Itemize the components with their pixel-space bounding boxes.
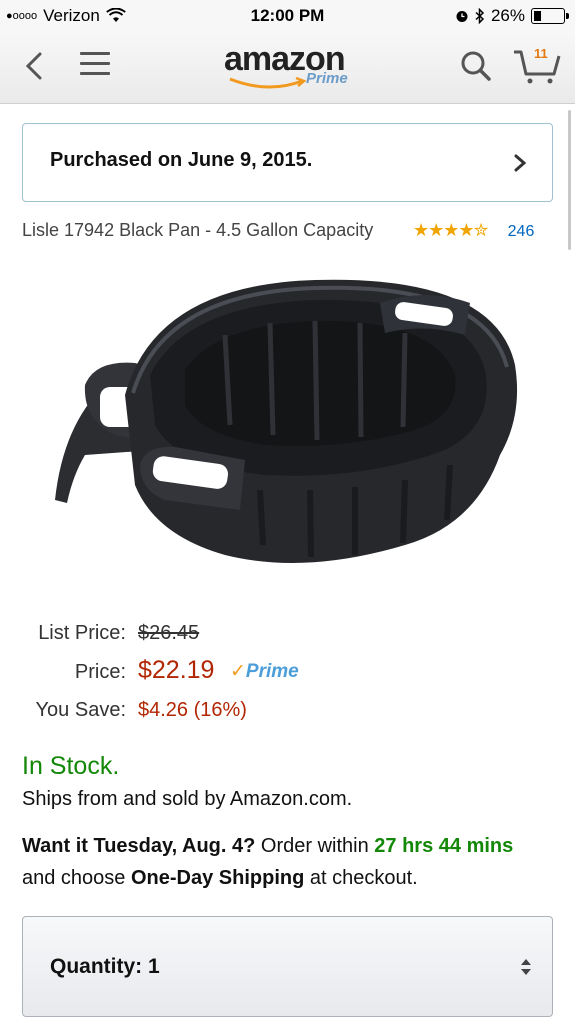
- status-right: 26%: [455, 6, 569, 26]
- list-price-label: List Price:: [38, 622, 126, 644]
- ships-from-text: Ships from and sold by Amazon.com.: [22, 788, 353, 810]
- purchased-notice-button[interactable]: Purchased on June 9, 2015.: [22, 123, 553, 202]
- quantity-selector[interactable]: Quantity: 1: [22, 916, 553, 1017]
- status-bar: ●oooo Verizon 12:00 PM 26%: [0, 0, 575, 34]
- cart-button[interactable]: 11: [512, 44, 562, 86]
- product-image[interactable]: [45, 275, 530, 580]
- nav-bar: amazon Prime 11: [0, 34, 575, 104]
- battery-icon: [531, 8, 569, 24]
- you-save-row: You Save: $4.26 (16%): [0, 695, 575, 725]
- battery-fill: [534, 11, 541, 21]
- list-price-value: $26.45: [138, 622, 200, 644]
- price-row: Price: $22.19 ✓Prime: [0, 653, 575, 689]
- prime-check-icon: ✓: [230, 661, 246, 682]
- price-label: Price:: [74, 661, 126, 683]
- bluetooth-icon: [475, 8, 485, 24]
- rating-count-link[interactable]: 246: [508, 223, 535, 241]
- you-save-value: $4.26 (16%): [138, 699, 247, 721]
- battery-percent: 26%: [490, 6, 525, 25]
- quantity-label: Quantity: 1: [50, 955, 160, 978]
- price-value: $22.19: [138, 656, 215, 684]
- scrollbar[interactable]: [568, 110, 571, 250]
- logo-smile-icon: [229, 76, 307, 89]
- purchased-notice-text: Purchased on June 9, 2015.: [50, 149, 313, 171]
- prime-badge[interactable]: ✓Prime: [230, 660, 299, 683]
- delivery-estimate: Want it Tuesday, Aug. 4? Order within 27…: [22, 830, 552, 894]
- stock-status: In Stock.: [22, 752, 120, 780]
- up-down-arrows-icon: [521, 959, 531, 975]
- delivery-and-choose: and choose: [22, 867, 131, 889]
- shipping-option: One-Day Shipping: [130, 867, 305, 889]
- chevron-right-icon: [514, 154, 527, 172]
- cart-count-badge: 11: [534, 46, 548, 61]
- amazon-prime-logo[interactable]: amazon Prime: [222, 40, 357, 96]
- logo-prime: Prime: [306, 70, 348, 87]
- rating-stars-icon: ★★★★✮: [413, 220, 489, 240]
- menu-icon[interactable]: [80, 52, 110, 78]
- list-price-row: List Price: $26.45: [0, 615, 575, 645]
- alarm-icon: [456, 11, 468, 22]
- you-save-label: You Save:: [35, 699, 126, 721]
- delivery-countdown: 27 hrs 44 mins: [374, 835, 514, 857]
- prime-badge-word: Prime: [245, 661, 299, 682]
- delivery-at-checkout: at checkout.: [304, 867, 418, 889]
- delivery-order-within: Order within: [255, 835, 375, 857]
- delivery-date: Want it Tuesday, Aug. 4?: [22, 835, 256, 857]
- rating[interactable]: ★★★★✮ 246: [413, 220, 534, 241]
- search-icon[interactable]: [458, 48, 494, 84]
- product-title[interactable]: Lisle 17942 Black Pan - 4.5 Gallon Capac…: [22, 216, 392, 244]
- back-arrow-icon[interactable]: [20, 48, 52, 84]
